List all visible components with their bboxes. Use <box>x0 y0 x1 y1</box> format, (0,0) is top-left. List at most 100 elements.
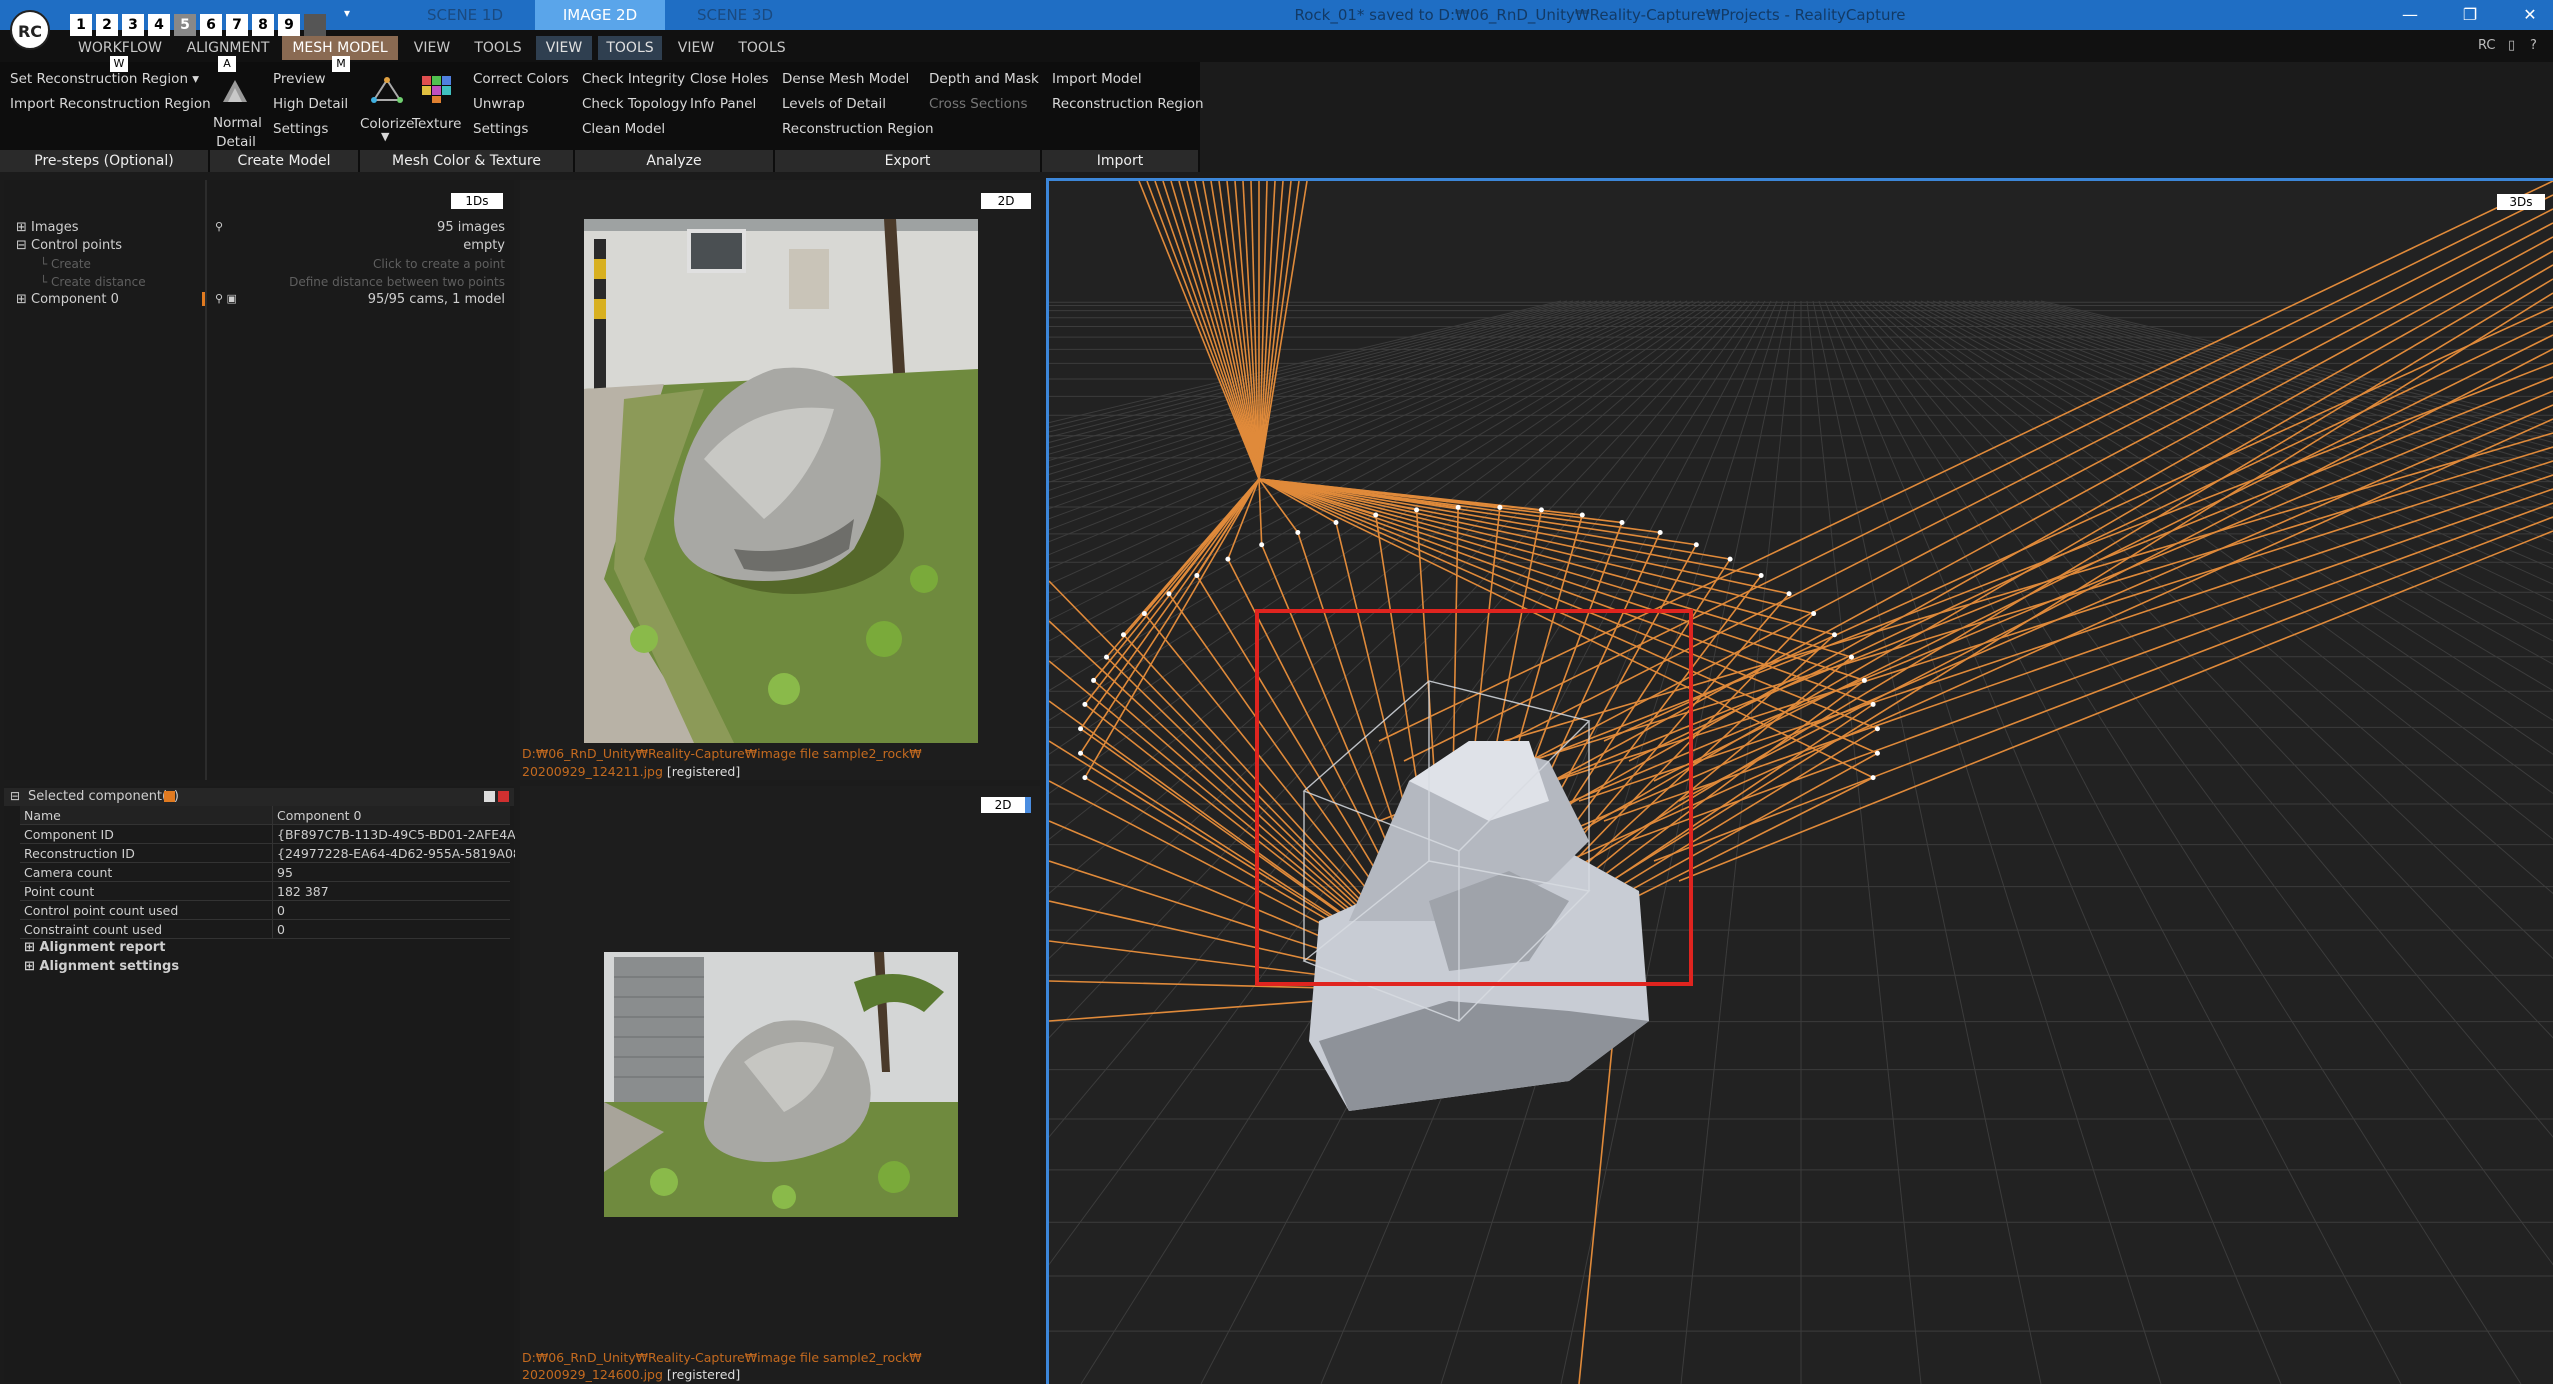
prop-value: 182 387 <box>272 882 515 901</box>
tree-row-control-points[interactable]: ⊟ Control points <box>16 238 122 253</box>
rc-label[interactable]: RC <box>2478 38 2495 53</box>
props-close-icon[interactable] <box>498 791 509 802</box>
texture-settings-button[interactable]: Settings <box>473 121 528 137</box>
ground-grid <box>1049 300 2553 1384</box>
scene-3d-view[interactable]: 3Ds <box>1046 178 2553 1384</box>
view-type-3ds-tag: 3Ds <box>2497 194 2545 210</box>
layout-button-6[interactable]: 6 <box>200 14 222 36</box>
component-summary: 95/95 cams, 1 model <box>367 292 505 307</box>
alignment-settings-section[interactable]: ⊞ Alignment settings <box>24 959 179 974</box>
cross-sections-button[interactable]: Cross Sections <box>929 96 1028 112</box>
colorize-texture-dropdown-icon[interactable]: ▼ <box>381 130 389 143</box>
tab-scene-1d[interactable]: SCENE 1D <box>375 0 555 30</box>
normal-detail-button[interactable]: Normal Detail <box>213 114 262 152</box>
layout-button-9[interactable]: 9 <box>278 14 300 36</box>
preview-button[interactable]: Preview <box>273 71 326 87</box>
image-view-1-tag: 2D <box>981 193 1031 209</box>
photo-rock-1 <box>584 219 978 743</box>
props-pin-icon[interactable] <box>484 791 495 802</box>
view-type-1ds-tag: 1Ds <box>451 193 503 209</box>
layout-button-1[interactable]: 1 <box>70 14 92 36</box>
images-count: 95 images <box>437 220 505 235</box>
key-hint-mesh-model: M <box>332 56 350 72</box>
props-title: Selected component(s) <box>28 789 179 804</box>
menu-tab-view[interactable]: VIEW <box>404 36 460 60</box>
camera-point <box>1166 591 1172 597</box>
layout-button-5[interactable]: 5 <box>174 14 196 36</box>
camera-point <box>1259 542 1265 548</box>
app-logo-icon[interactable]: RC <box>10 10 50 50</box>
camera-point <box>1693 542 1699 548</box>
menu-tab-view-2d[interactable]: VIEW <box>536 36 592 60</box>
create-model-settings-button[interactable]: Settings <box>273 121 328 137</box>
import-region-button[interactable]: Reconstruction Region <box>1052 96 1204 112</box>
photo-rock-2 <box>604 952 958 1217</box>
check-integrity-button[interactable]: Check Integrity <box>582 71 685 87</box>
clean-model-button[interactable]: Clean Model <box>582 121 665 137</box>
prop-key: Control point count used <box>24 903 179 918</box>
image-view-2-tag: 2D <box>981 797 1031 813</box>
close-icon[interactable]: ✕ <box>2510 0 2550 30</box>
alignment-report-section[interactable]: ⊞ Alignment report <box>24 940 165 955</box>
layout-button-7[interactable]: 7 <box>226 14 248 36</box>
menu-tab-tools[interactable]: TOOLS <box>468 36 528 60</box>
tree-row-create-distance[interactable]: └ Create distance <box>40 275 146 289</box>
image-2-filename: 20200929_124600.jpg [registered] <box>522 1367 741 1382</box>
prop-key: Component ID <box>24 827 114 842</box>
layout-button-4[interactable]: 4 <box>148 14 170 36</box>
import-reconstruction-region-button[interactable]: Import Reconstruction Region <box>10 96 211 112</box>
prop-key: Point count <box>24 884 95 899</box>
camera-point <box>1194 573 1200 579</box>
camera-point <box>1091 677 1097 683</box>
info-panel-button[interactable]: Info Panel <box>690 96 756 112</box>
menu-tab-view-3d[interactable]: VIEW <box>668 36 724 60</box>
dense-mesh-model-button[interactable]: Dense Mesh Model <box>782 71 909 87</box>
texture-button[interactable]: Texture <box>412 116 461 132</box>
restore-icon[interactable]: ❐ <box>2450 0 2490 30</box>
camera-point <box>1758 573 1764 579</box>
export-reconstruction-region-button[interactable]: Reconstruction Region <box>782 121 934 137</box>
group-pre-steps: Pre-steps (Optional) <box>0 150 210 172</box>
prop-value: {BF897C7B-113D-49C5-BD01-2AFE4A48... <box>272 825 515 844</box>
camera-point <box>1497 504 1503 510</box>
layout-button-8[interactable]: 8 <box>252 14 274 36</box>
image-1-filename: 20200929_124211.jpg [registered] <box>522 764 741 779</box>
menu-tab-tools-2d[interactable]: TOOLS <box>598 36 662 60</box>
camera-point <box>1333 520 1339 526</box>
layout-button-2[interactable]: 2 <box>96 14 118 36</box>
component-marker <box>202 292 205 306</box>
levels-of-detail-button[interactable]: Levels of Detail <box>782 96 886 112</box>
component-icons: ⚲ ▣ <box>215 292 237 305</box>
prop-value: 95 <box>272 863 515 882</box>
props-collapse-icon[interactable]: ⊟ <box>10 789 20 803</box>
depth-and-mask-button[interactable]: Depth and Mask <box>929 71 1039 87</box>
import-model-button[interactable]: Import Model <box>1052 71 1142 87</box>
camera-point <box>1120 632 1126 638</box>
menu-tab-tools-3d[interactable]: TOOLS <box>732 36 792 60</box>
tab-scene-3d[interactable]: SCENE 3D <box>665 0 805 30</box>
camera-point <box>1078 726 1084 732</box>
tree-row-component-0[interactable]: ⊞ Component 0 <box>16 292 119 307</box>
camera-point <box>1538 507 1544 513</box>
layout-button-extra[interactable] <box>304 14 326 36</box>
check-topology-button[interactable]: Check Topology <box>582 96 687 112</box>
group-import: Import <box>1042 150 1200 172</box>
minimize-icon[interactable]: — <box>2390 0 2430 30</box>
unwrap-button[interactable]: Unwrap <box>473 96 525 112</box>
tab-image-2d[interactable]: IMAGE 2D <box>535 0 665 30</box>
set-reconstruction-region-button[interactable]: Set Reconstruction Region ▾ <box>10 71 199 87</box>
tree-row-create[interactable]: └ Create <box>40 257 91 271</box>
document-icon[interactable]: ▯ <box>2508 38 2515 53</box>
quick-access-dropdown-icon[interactable]: ▾ <box>344 6 350 20</box>
correct-colors-button[interactable]: Correct Colors <box>473 71 569 87</box>
camera-point <box>1848 654 1854 660</box>
props-row-constraint-count: Constraint count used 0 <box>20 920 510 939</box>
close-holes-button[interactable]: Close Holes <box>690 71 769 87</box>
help-icon[interactable]: ? <box>2530 38 2537 53</box>
prop-value: 0 <box>272 920 515 939</box>
high-detail-button[interactable]: High Detail <box>273 96 348 112</box>
layout-button-3[interactable]: 3 <box>122 14 144 36</box>
scene-3d-canvas[interactable] <box>1049 181 2553 1384</box>
props-warning-icon <box>164 791 175 802</box>
tree-row-images[interactable]: ⊞ Images <box>16 220 79 235</box>
